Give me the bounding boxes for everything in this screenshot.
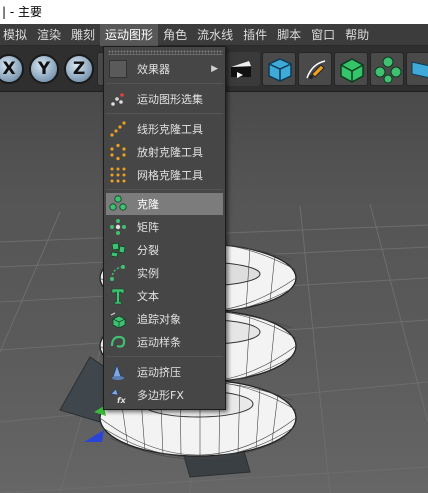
linear-clone-icon: [109, 120, 127, 138]
cloner-toolbar-button[interactable]: [370, 52, 404, 86]
menu-item-text[interactable]: 文本: [106, 285, 223, 307]
z-axis-lock-button[interactable]: Z: [64, 54, 94, 84]
menu-pipeline[interactable]: 流水线: [192, 24, 238, 46]
matrix-icon: [109, 218, 127, 236]
menu-item-mograph-selection[interactable]: 运动图形选集: [106, 88, 223, 110]
menu-item-fracture[interactable]: 分裂: [106, 239, 223, 261]
menu-tearoff-grip[interactable]: [108, 50, 223, 55]
mograph-selection-icon: [109, 90, 127, 108]
menu-item-grid-clone-tool[interactable]: 网格克隆工具: [106, 164, 223, 186]
mospline-icon: [109, 333, 127, 351]
render-settings-button[interactable]: [226, 52, 260, 86]
deformer-button[interactable]: [406, 52, 428, 86]
menu-item-mospline[interactable]: 运动样条: [106, 331, 223, 353]
radial-clone-icon: [109, 143, 127, 161]
menu-help[interactable]: 帮助: [340, 24, 374, 46]
tracer-icon: [109, 310, 127, 328]
menu-item-matrix[interactable]: 矩阵: [106, 216, 223, 238]
subdivision-icon: [340, 58, 364, 83]
text-icon: [109, 287, 127, 305]
menu-script[interactable]: 脚本: [272, 24, 306, 46]
menu-simulate[interactable]: 模拟: [0, 24, 32, 46]
mograph-dropdown-menu: 效果器 ▶ 运动图形选集 线形克隆工具 放射克隆工具 网格克隆工具 克隆 矩阵 …: [103, 46, 226, 410]
submenu-arrow-icon: ▶: [211, 64, 218, 74]
menu-bar: 模拟 渲染 雕刻 运动图形 角色 流水线 插件 脚本 窗口 帮助: [0, 23, 428, 46]
cloner-icon: [109, 195, 127, 213]
menu-sculpt[interactable]: 雕刻: [66, 24, 100, 46]
menu-window[interactable]: 窗口: [306, 24, 340, 46]
submenu-icon: [109, 60, 127, 78]
menu-render[interactable]: 渲染: [32, 24, 66, 46]
pen-icon: [306, 60, 326, 79]
menu-item-tracer[interactable]: 追踪对象: [106, 308, 223, 330]
menu-separator: [106, 83, 223, 84]
instance-icon: [109, 264, 127, 282]
menu-item-linear-clone-tool[interactable]: 线形克隆工具: [106, 118, 223, 140]
menu-item-effectors[interactable]: 效果器 ▶: [106, 58, 223, 80]
y-axis-lock-button[interactable]: Y: [29, 54, 59, 84]
menu-item-cloner[interactable]: 克隆: [106, 193, 223, 215]
cube-icon: [268, 58, 292, 82]
menu-separator: [106, 113, 223, 114]
menu-item-moextrude[interactable]: 运动挤压: [106, 361, 223, 383]
svg-text:fx: fx: [117, 396, 126, 404]
menu-item-instance[interactable]: 实例: [106, 262, 223, 284]
cube-object-button[interactable]: [262, 52, 296, 86]
window-title: | - 主要: [0, 0, 428, 24]
moextrude-icon: [109, 363, 127, 381]
clapper-icon: [231, 61, 251, 78]
menu-item-radial-clone-tool[interactable]: 放射克隆工具: [106, 141, 223, 163]
menu-separator: [106, 189, 223, 190]
polyfx-icon: fx: [109, 386, 127, 404]
x-axis-lock-button[interactable]: X: [0, 54, 24, 84]
subdivision-button[interactable]: [334, 52, 368, 86]
pen-spline-button[interactable]: [298, 52, 332, 86]
deformer-icon: [411, 61, 428, 79]
fracture-icon: [109, 241, 127, 259]
menu-mograph[interactable]: 运动图形: [100, 23, 159, 46]
cloner-group-icon: [374, 56, 402, 84]
grid-clone-icon: [109, 166, 127, 184]
menu-character[interactable]: 角色: [158, 24, 192, 46]
menu-plugins[interactable]: 插件: [238, 24, 272, 46]
menu-separator: [106, 356, 223, 357]
menu-item-polyfx[interactable]: fx 多边形FX: [106, 384, 223, 406]
